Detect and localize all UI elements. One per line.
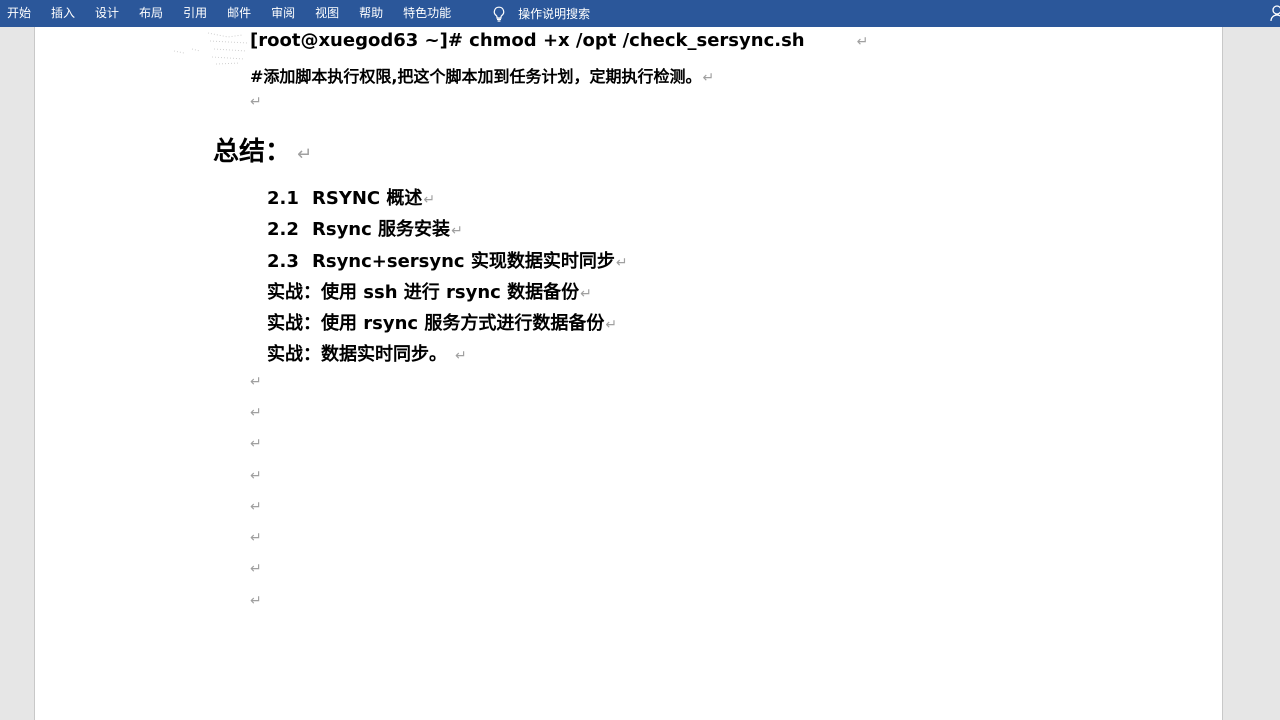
tab-design[interactable]: 设计 (88, 0, 132, 27)
empty-paragraph: ↵ (250, 561, 262, 577)
empty-paragraph: ↵ (250, 593, 262, 609)
list-item-text: Rsync+sersync 实现数据实时同步 (312, 251, 615, 272)
paragraph-mark: ↵ (451, 223, 463, 239)
tab-insert[interactable]: 插入 (44, 0, 88, 27)
empty-paragraph: ↵ (250, 374, 262, 390)
tab-view[interactable]: 视图 (308, 0, 352, 27)
paragraph-mark: ↵ (580, 286, 592, 302)
ribbon-tab-bar: 开始 插入 设计 布局 引用 邮件 审阅 视图 帮助 特色功能 操作说明搜索 (0, 0, 1280, 27)
paragraph-mark: ↵ (605, 317, 618, 333)
list-item: 2.1 RSYNC 概述↵ (267, 184, 435, 210)
list-item-number: 2.1 (267, 188, 299, 209)
paragraph-mark: ↵ (297, 144, 313, 165)
paragraph-mark: ↵ (856, 34, 869, 50)
list-item: 2.2 Rsync 服务安装↵ (267, 215, 463, 241)
command-line: [root@xuegod63 ~]# chmod +x /opt /check_… (250, 30, 868, 51)
empty-paragraph: ↵ (250, 499, 262, 515)
comment-text: #添加脚本执行权限,把这个脚本加到任务计划，定期执行检测。 (250, 67, 702, 86)
tell-me-search[interactable]: 操作说明搜索 (492, 5, 590, 22)
practice-text: 实战：数据实时同步。 (267, 344, 447, 365)
faded-margin-mark (173, 32, 249, 65)
tab-review[interactable]: 审阅 (264, 0, 308, 27)
paragraph-mark: ↵ (702, 70, 715, 86)
tab-references[interactable]: 引用 (176, 0, 220, 27)
list-item-number: 2.2 (267, 219, 299, 240)
comment-line: #添加脚本执行权限,把这个脚本加到任务计划，定期执行检测。↵ (250, 63, 714, 87)
paragraph-mark: ↵ (615, 255, 628, 271)
list-item: 2.3 Rsync+sersync 实现数据实时同步↵ (267, 247, 628, 273)
list-item-text: RSYNC 概述 (312, 188, 423, 209)
tab-mailings[interactable]: 邮件 (220, 0, 264, 27)
heading-text: 总结： (213, 137, 292, 167)
empty-paragraph: ↵ (250, 94, 262, 110)
right-margin-area (1222, 27, 1280, 720)
left-margin-area (0, 27, 35, 720)
command-text: [root@xuegod63 ~]# chmod +x /opt /check_… (250, 30, 805, 51)
practice-text: 实战：使用 ssh 进行 rsync 数据备份 (267, 282, 580, 303)
empty-paragraph: ↵ (250, 405, 262, 421)
tab-home[interactable]: 开始 (0, 0, 44, 27)
list-item-number: 2.3 (267, 251, 299, 272)
tab-special-features[interactable]: 特色功能 (396, 0, 464, 27)
account-icon[interactable] (1270, 4, 1280, 22)
lightbulb-icon (493, 6, 505, 22)
paragraph-mark: ↵ (423, 192, 436, 208)
practice-text: 实战：使用 rsync 服务方式进行数据备份 (267, 313, 605, 334)
empty-paragraph: ↵ (250, 436, 262, 452)
practice-item: 实战：使用 ssh 进行 rsync 数据备份↵ (267, 278, 592, 304)
list-item-text: Rsync 服务安装 (312, 219, 451, 240)
tab-help[interactable]: 帮助 (352, 0, 396, 27)
document-page[interactable]: [root@xuegod63 ~]# chmod +x /opt /check_… (35, 27, 1222, 720)
practice-item: 实战：使用 rsync 服务方式进行数据备份↵ (267, 309, 617, 335)
tab-layout[interactable]: 布局 (132, 0, 176, 27)
practice-item: 实战：数据实时同步。 ↵ (267, 340, 467, 366)
summary-heading: 总结： ↵ (213, 131, 312, 168)
empty-paragraph: ↵ (250, 530, 262, 546)
tell-me-label: 操作说明搜索 (518, 7, 591, 21)
paragraph-mark: ↵ (455, 348, 467, 364)
empty-paragraph: ↵ (250, 468, 262, 484)
